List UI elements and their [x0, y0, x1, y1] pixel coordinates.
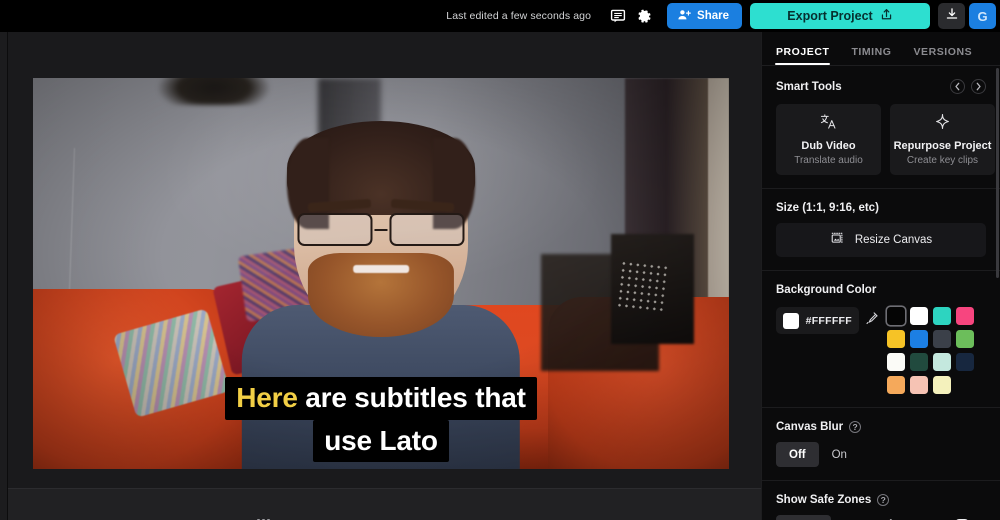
- subtitle-line-2: use Lato: [33, 419, 729, 462]
- canvas-blur-label: Canvas Blur: [776, 421, 844, 433]
- color-swatch[interactable]: [887, 307, 905, 325]
- background-color-section: Background Color #FFFFFF: [762, 271, 1000, 394]
- eyedropper-button[interactable]: [859, 307, 885, 334]
- user-avatar[interactable]: G: [969, 3, 996, 29]
- video-editor-app: Last edited a few seconds ago Share Expo…: [0, 0, 1000, 520]
- person-plus-icon: [677, 8, 691, 25]
- tab-project[interactable]: PROJECT: [774, 46, 831, 65]
- smart-tool-subtitle: Translate audio: [794, 155, 863, 166]
- comment-icon: [610, 8, 626, 24]
- tab-timing[interactable]: TIMING: [851, 46, 891, 65]
- safe-zone-option-instagram[interactable]: [944, 515, 980, 520]
- help-icon[interactable]: ?: [849, 421, 862, 433]
- smart-tool-title: Dub Video: [801, 140, 856, 152]
- settings-button[interactable]: [631, 3, 657, 29]
- color-swatch-grid: [887, 307, 974, 394]
- safe-zone-option-tiktok[interactable]: [870, 515, 906, 520]
- smart-tools-section: Smart Tools Dub Video Translate audio Re…: [762, 66, 1000, 175]
- left-rail: [0, 32, 8, 520]
- color-swatch[interactable]: [956, 353, 974, 371]
- subtitle-line-1-rest: are subtitles that: [297, 382, 526, 414]
- safe-zones-label: Show Safe Zones: [776, 494, 872, 506]
- hex-color-input[interactable]: #FFFFFF: [776, 307, 859, 334]
- background-color-controls: #FFFFFF: [776, 307, 986, 394]
- timeline-panel[interactable]: [8, 488, 761, 520]
- safe-zones-toggle: None All: [776, 515, 986, 520]
- background-color-title: Background Color: [776, 284, 877, 296]
- share-button[interactable]: Share: [667, 3, 742, 29]
- editor-stage: Here are subtitles that use Lato: [8, 32, 761, 488]
- color-swatch[interactable]: [933, 376, 951, 394]
- color-swatch[interactable]: [910, 376, 928, 394]
- smart-tool-card-repurpose-project[interactable]: Repurpose Project Create key clips: [890, 104, 995, 175]
- safe-zone-option-none[interactable]: None: [776, 515, 831, 520]
- color-swatch[interactable]: [933, 353, 951, 371]
- safe-zones-section: Show Safe Zones ? None All: [762, 481, 1000, 520]
- chevron-right-icon: [975, 78, 982, 96]
- panel-tabs: PROJECT TIMING VERSIONS: [762, 32, 1000, 66]
- export-project-button[interactable]: Export Project: [750, 3, 930, 29]
- comment-button[interactable]: [605, 3, 631, 29]
- safe-zone-option-youtube[interactable]: [906, 515, 944, 520]
- smart-tools-header: Smart Tools: [776, 79, 986, 94]
- help-icon[interactable]: ?: [877, 494, 890, 506]
- last-edited-status: Last edited a few seconds ago: [446, 10, 592, 22]
- color-swatch[interactable]: [933, 330, 951, 348]
- color-swatch[interactable]: [887, 330, 905, 348]
- smart-tools-prev-button[interactable]: [950, 79, 965, 94]
- canvas-blur-option-off[interactable]: Off: [776, 442, 819, 467]
- top-bar: Last edited a few seconds ago Share Expo…: [0, 0, 1000, 32]
- color-swatch[interactable]: [887, 376, 905, 394]
- smart-tools-nav: [950, 79, 986, 94]
- color-swatch[interactable]: [887, 353, 905, 371]
- color-swatch[interactable]: [910, 330, 928, 348]
- canvas-blur-toggle: Off On: [776, 442, 986, 467]
- download-button[interactable]: [938, 3, 965, 29]
- color-swatch[interactable]: [956, 307, 974, 325]
- subtitle-overlay[interactable]: Here are subtitles that use Lato: [33, 377, 729, 462]
- smart-tool-subtitle: Create key clips: [906, 155, 979, 166]
- video-canvas[interactable]: Here are subtitles that use Lato: [33, 78, 729, 469]
- gear-icon: [637, 9, 652, 24]
- sparkle-icon: [934, 113, 951, 135]
- chevron-left-icon: [954, 78, 961, 96]
- smart-tools-next-button[interactable]: [971, 79, 986, 94]
- tab-versions[interactable]: VERSIONS: [914, 46, 973, 65]
- smart-tool-title: Repurpose Project: [893, 140, 992, 152]
- subtitle-line-1: Here are subtitles that: [33, 377, 729, 420]
- color-swatch[interactable]: [933, 307, 951, 325]
- resize-canvas-button[interactable]: Resize Canvas: [776, 223, 986, 257]
- subtitle-highlight-word: Here: [236, 382, 298, 414]
- smart-tools-title: Smart Tools: [776, 80, 842, 93]
- safe-zones-title: Show Safe Zones ?: [776, 494, 986, 506]
- eyedropper-icon: [865, 311, 879, 330]
- color-swatch[interactable]: [910, 307, 928, 325]
- crop-image-icon: [830, 231, 846, 250]
- canvas-blur-title: Canvas Blur ?: [776, 421, 986, 433]
- size-section: Size (1:1, 9:16, etc) Resize Canvas: [762, 189, 1000, 257]
- download-icon: [945, 7, 959, 26]
- smart-tool-card-dub-video[interactable]: Dub Video Translate audio: [776, 104, 881, 175]
- hex-color-value: #FFFFFF: [805, 314, 852, 327]
- right-properties-panel: PROJECT TIMING VERSIONS Smart Tools Dub …: [761, 32, 1000, 520]
- size-title: Size (1:1, 9:16, etc): [776, 202, 879, 214]
- share-label: Share: [697, 10, 729, 22]
- safe-zone-option-all[interactable]: All: [831, 515, 870, 520]
- color-swatch[interactable]: [956, 330, 974, 348]
- subtitle-line-2-text: use Lato: [313, 419, 449, 462]
- panel-scrollbar[interactable]: [996, 68, 999, 278]
- current-color-swatch: [783, 312, 799, 329]
- canvas-blur-section: Canvas Blur ? Off On: [762, 408, 1000, 467]
- color-swatch[interactable]: [910, 353, 928, 371]
- share-up-icon: [880, 8, 893, 24]
- video-frame: Here are subtitles that use Lato: [33, 78, 729, 469]
- smart-tools-cards: Dub Video Translate audio Repurpose Proj…: [776, 104, 995, 175]
- export-label: Export Project: [787, 9, 873, 23]
- resize-canvas-label: Resize Canvas: [854, 234, 933, 246]
- translate-icon: [820, 113, 837, 135]
- canvas-blur-option-on[interactable]: On: [819, 442, 860, 467]
